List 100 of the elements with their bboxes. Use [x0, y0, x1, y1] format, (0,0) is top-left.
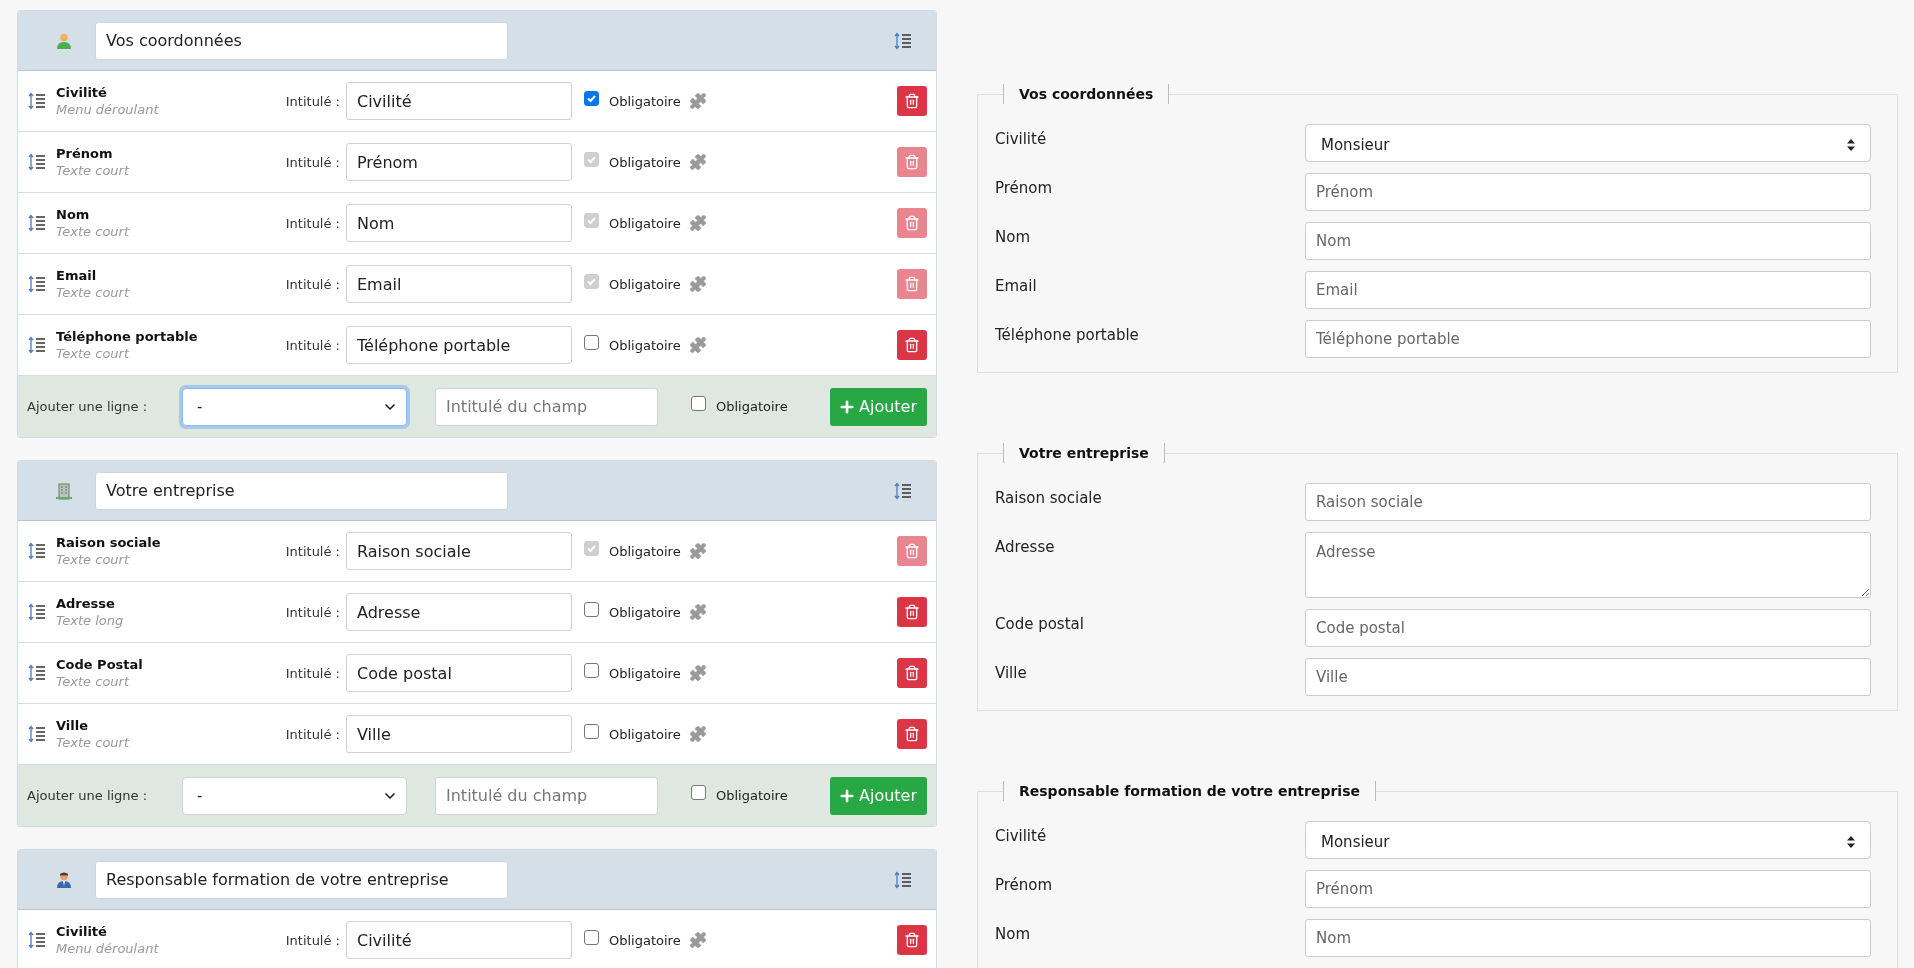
delete-button[interactable]: [897, 925, 927, 955]
puzzle-icon[interactable]: [688, 931, 707, 949]
sort-handle-icon[interactable]: [28, 214, 46, 232]
delete-button[interactable]: [897, 330, 927, 360]
text-input[interactable]: Email: [1305, 271, 1871, 309]
delete-button[interactable]: [897, 597, 927, 627]
sort-handle-icon[interactable]: [28, 275, 46, 293]
sort-handle-icon[interactable]: [28, 664, 46, 682]
required-label: Obligatoire: [609, 276, 681, 292]
section-title-input[interactable]: Responsable formation de votre entreprise: [95, 860, 508, 899]
required-checkbox[interactable]: [584, 601, 599, 617]
select-field[interactable]: Monsieur: [1305, 821, 1871, 859]
delete-button[interactable]: [897, 208, 927, 238]
form-label: Ville: [995, 663, 1028, 682]
puzzle-icon[interactable]: [688, 603, 707, 621]
puzzle-icon[interactable]: [688, 664, 707, 682]
field-type-select[interactable]: -: [182, 776, 407, 815]
text-input[interactable]: Téléphone portable: [1305, 320, 1871, 358]
label-caption: Intitulé :: [284, 154, 340, 170]
form-label: Email: [995, 276, 1038, 295]
label-caption: Intitulé :: [284, 665, 340, 681]
new-field-label-input[interactable]: Intitulé du champ: [435, 776, 658, 815]
section-title-input[interactable]: Vos coordonnées: [95, 21, 508, 60]
sort-handle-icon[interactable]: [28, 153, 46, 171]
required-checkbox[interactable]: [584, 334, 599, 350]
field-name: Code Postal: [56, 656, 144, 673]
puzzle-icon[interactable]: [688, 275, 707, 293]
form-label: Prénom: [995, 178, 1054, 197]
delete-button[interactable]: [897, 536, 927, 566]
required-checkbox[interactable]: [584, 929, 599, 945]
label-caption: Intitulé :: [284, 93, 340, 109]
puzzle-icon[interactable]: [688, 725, 707, 743]
form-label: Nom: [995, 924, 1031, 943]
puzzle-icon[interactable]: [688, 542, 707, 560]
text-input[interactable]: Code postal: [1305, 609, 1871, 647]
up-down-arrows-icon: [1846, 138, 1856, 152]
form-label: Civilité: [995, 129, 1048, 148]
field-name: Ville: [56, 717, 90, 734]
trash-icon: [904, 932, 920, 948]
delete-button[interactable]: [897, 86, 927, 116]
section-title-input[interactable]: Votre entreprise: [95, 471, 508, 510]
label-input[interactable]: Adresse: [346, 593, 572, 631]
select-field[interactable]: Monsieur: [1305, 124, 1871, 162]
sort-handle-icon[interactable]: [28, 725, 46, 743]
required-checkbox[interactable]: [691, 785, 706, 800]
form-label: Nom: [995, 227, 1031, 246]
person-icon: [55, 31, 73, 50]
puzzle-icon[interactable]: [688, 214, 707, 232]
field-name: Civilité: [56, 923, 108, 940]
delete-button[interactable]: [897, 658, 927, 688]
field-type: Menu déroulant: [56, 101, 160, 118]
sort-handle-icon[interactable]: [894, 481, 912, 500]
sort-handle-icon[interactable]: [894, 31, 912, 50]
form-label: Prénom: [995, 875, 1054, 894]
form-label: Code postal: [995, 614, 1085, 633]
label-input[interactable]: Civilité: [346, 921, 572, 959]
sort-handle-icon[interactable]: [28, 931, 46, 949]
field-name: Adresse: [56, 595, 116, 612]
trash-icon: [904, 726, 920, 742]
delete-button[interactable]: [897, 147, 927, 177]
new-field-label-input[interactable]: Intitulé du champ: [435, 387, 658, 426]
label-input[interactable]: Téléphone portable: [346, 326, 572, 364]
label-caption: Intitulé :: [284, 932, 340, 948]
delete-button[interactable]: [897, 719, 927, 749]
field-name: Raison sociale: [56, 534, 162, 551]
text-input[interactable]: Nom: [1305, 919, 1871, 957]
text-input[interactable]: Prénom: [1305, 870, 1871, 908]
puzzle-icon[interactable]: [688, 153, 707, 171]
required-checkbox[interactable]: [584, 90, 599, 106]
label-input[interactable]: Code postal: [346, 654, 572, 692]
add-row-label: Ajouter une ligne :: [27, 399, 149, 414]
fieldset-legend: Votre entreprise: [1003, 443, 1165, 463]
sort-handle-icon[interactable]: [28, 92, 46, 110]
label-input[interactable]: Prénom: [346, 143, 572, 181]
sort-handle-icon[interactable]: [28, 542, 46, 560]
label-input[interactable]: Raison sociale: [346, 532, 572, 570]
required-label: Obligatoire: [716, 788, 788, 803]
textarea-field[interactable]: Adresse: [1305, 532, 1871, 598]
text-input[interactable]: Raison sociale: [1305, 483, 1871, 521]
required-label: Obligatoire: [609, 604, 681, 620]
label-input[interactable]: Email: [346, 265, 572, 303]
form-label: Adresse: [995, 537, 1056, 556]
field-type: Texte court: [56, 284, 131, 301]
text-input[interactable]: Ville: [1305, 658, 1871, 696]
text-input[interactable]: Nom: [1305, 222, 1871, 260]
puzzle-icon[interactable]: [688, 92, 707, 110]
sort-handle-icon[interactable]: [894, 870, 912, 889]
required-checkbox[interactable]: [584, 723, 599, 739]
sort-handle-icon[interactable]: [28, 603, 46, 621]
required-checkbox[interactable]: [691, 396, 706, 411]
label-input[interactable]: Civilité: [346, 82, 572, 120]
label-input[interactable]: Nom: [346, 204, 572, 242]
field-name: Téléphone portable: [56, 328, 199, 345]
label-input[interactable]: Ville: [346, 715, 572, 753]
field-type-select[interactable]: -: [182, 387, 407, 426]
text-input[interactable]: Prénom: [1305, 173, 1871, 211]
required-checkbox[interactable]: [584, 662, 599, 678]
puzzle-icon[interactable]: [688, 336, 707, 354]
delete-button[interactable]: [897, 269, 927, 299]
sort-handle-icon[interactable]: [28, 336, 46, 354]
